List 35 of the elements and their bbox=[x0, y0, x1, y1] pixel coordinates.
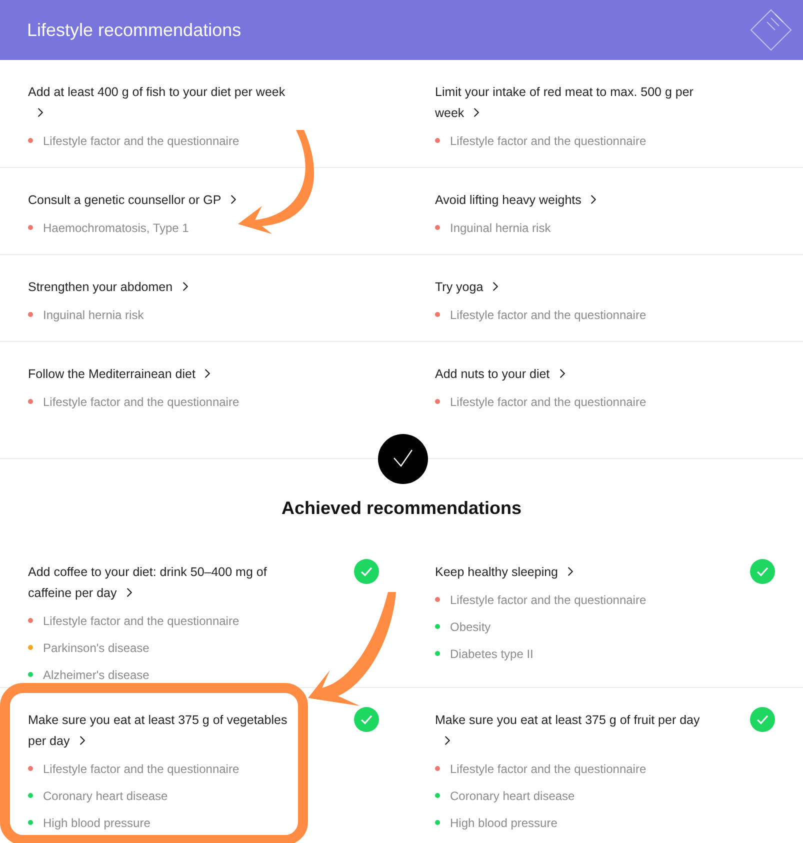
reason-text: Lifestyle factor and the questionnaire bbox=[43, 134, 240, 148]
reason-text: Lifestyle factor and the questionnaire bbox=[450, 592, 646, 606]
reason-text: Lifestyle factor and the questionnaire bbox=[450, 308, 646, 322]
reason-text: Lifestyle factor and the questionnaire bbox=[450, 134, 646, 148]
recommendation-link[interactable]: Keep healthy sleeping bbox=[435, 562, 578, 583]
reason-text: Lifestyle factor and the questionnaire bbox=[450, 762, 646, 776]
reason-text: High blood pressure bbox=[450, 816, 558, 830]
reason-text: Parkinson's disease bbox=[43, 640, 150, 654]
check-icon bbox=[378, 434, 428, 484]
reason-text: Alzheimer's disease bbox=[43, 668, 150, 682]
reason-text: Coronary heart disease bbox=[450, 788, 575, 802]
recommendation-link[interactable]: Limit your intake of red meat to max. 500 g per week bbox=[435, 82, 703, 124]
reason-text: Obesity bbox=[450, 620, 491, 634]
reason-text: Inguinal hernia risk bbox=[43, 308, 144, 322]
reason-text: Lifestyle factor and the questionnaire bbox=[450, 394, 646, 408]
reason-text: Lifestyle factor and the questionnaire bbox=[43, 614, 240, 628]
reason-text: Inguinal hernia risk bbox=[450, 220, 551, 234]
recommendation-link[interactable]: Add coffee to your diet: drink 50–400 mg of caffeine per day bbox=[28, 562, 296, 604]
recommendation-link[interactable]: Add at least 400 g of fish to your diet per week bbox=[28, 82, 296, 124]
recommendation-link[interactable]: Make sure you eat at least 375 g of fruit per day bbox=[435, 710, 703, 752]
recommendation-link[interactable]: Add nuts to your diet bbox=[435, 364, 570, 385]
recommendation-link[interactable]: Try yoga bbox=[435, 277, 504, 298]
reason-text: Haemochromatosis, Type 1 bbox=[43, 220, 189, 234]
reason-text: Lifestyle factor and the questionnaire bbox=[43, 762, 240, 776]
recommendation-link[interactable]: Consult a genetic counsellor or GP bbox=[28, 190, 242, 211]
reason-text: Lifestyle factor and the questionnaire bbox=[43, 394, 240, 408]
recommendation-link[interactable]: Avoid lifting heavy weights bbox=[435, 190, 602, 211]
reason-text: Diabetes type II bbox=[450, 646, 534, 660]
recommendation-link[interactable]: Follow the Mediterrainean diet bbox=[28, 364, 216, 385]
page-title: Lifestyle recommendations bbox=[27, 20, 242, 40]
reason-text: High blood pressure bbox=[43, 816, 150, 830]
section-title: Achieved recommendations bbox=[280, 497, 523, 520]
reason-text: Coronary heart disease bbox=[43, 788, 168, 802]
recommendation-link[interactable]: Strengthen your abdomen bbox=[28, 277, 193, 298]
recommendation-link[interactable]: Make sure you eat at least 375 g of vegetables per day bbox=[28, 710, 296, 752]
